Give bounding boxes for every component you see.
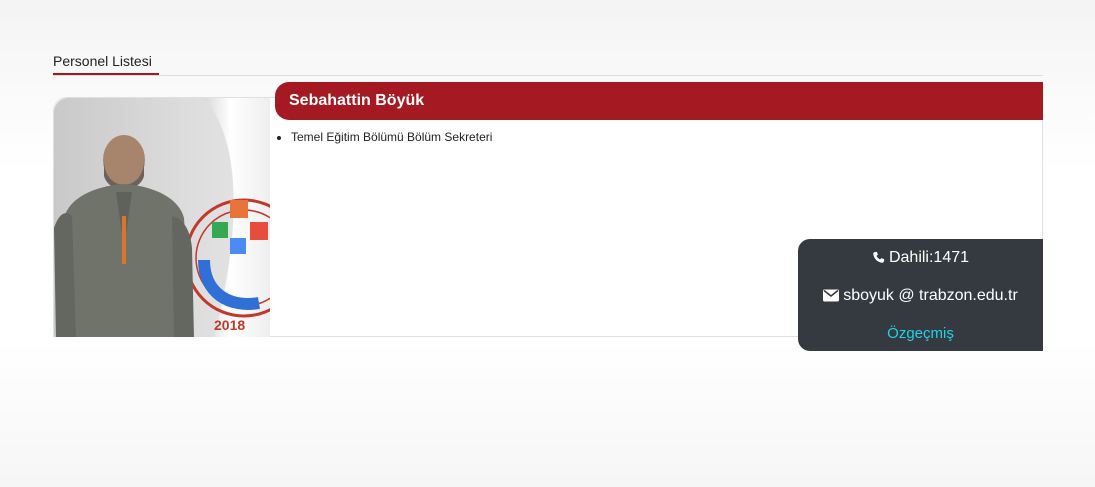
staff-name: Sebahattin Böyük: [289, 92, 425, 109]
staff-photo: 2018: [54, 98, 270, 337]
role-item: Temel Eğitim Bölümü Bölüm Sekreteri: [291, 128, 492, 146]
section-title: Personel Listesi: [53, 53, 152, 69]
phone-extension: Dahili:1471: [888, 249, 970, 266]
cv-link[interactable]: Özgeçmiş: [798, 325, 1043, 342]
svg-text:2018: 2018: [214, 317, 245, 333]
email-address: sboyuk @ trabzon.edu.tr: [843, 287, 1018, 304]
email-row: sboyuk @ trabzon.edu.tr: [798, 287, 1043, 305]
section-divider: [53, 75, 1043, 76]
phone-icon: [873, 251, 885, 263]
role-list: Temel Eğitim Bölümü Bölüm Sekreteri: [275, 128, 492, 146]
contact-box: Dahili:1471 sboyuk @ trabzon.edu.tr Özge…: [798, 239, 1043, 351]
envelope-icon: [823, 289, 840, 302]
name-banner: Sebahattin Böyük: [275, 82, 1043, 120]
phone-row: Dahili:1471: [798, 249, 1043, 267]
